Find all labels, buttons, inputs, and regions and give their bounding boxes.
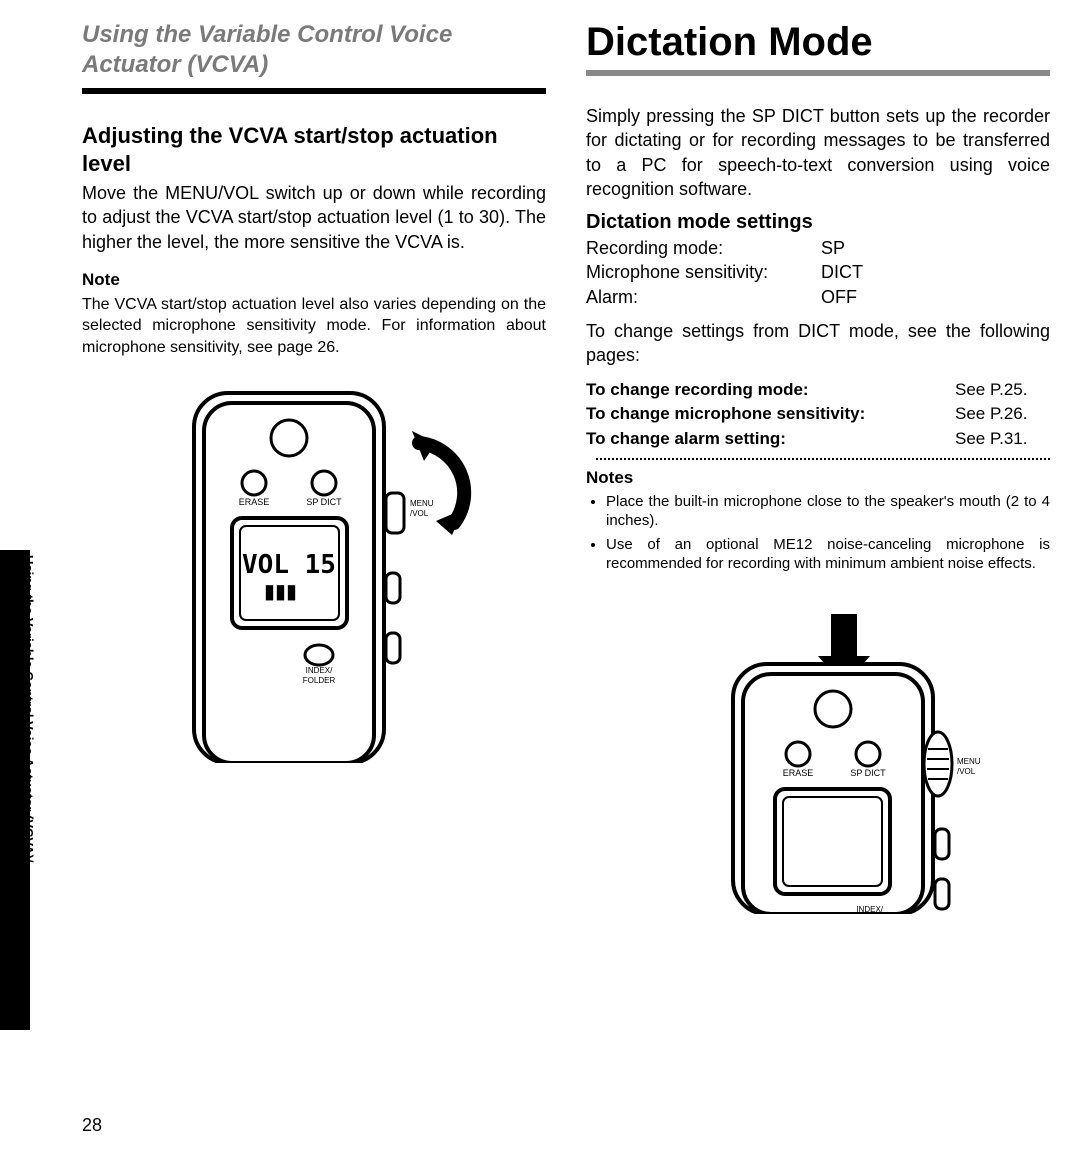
side-tab-text: Using the Variable Control Voice Actuato…: [4, 555, 37, 1025]
note-body: The VCVA start/stop actuation level also…: [82, 294, 546, 359]
right-column: Dictation Mode Simply pressing the SP DI…: [586, 20, 1050, 914]
label-spdict-r: SP DICT: [850, 768, 886, 778]
note-heading: Note: [82, 270, 546, 290]
lcd-bars: ▮▮▮: [264, 581, 297, 603]
intro-dictation: Simply pressing the SP DICT button sets …: [586, 104, 1050, 201]
note-item: Place the built-in microphone close to t…: [606, 492, 1050, 531]
title-dictation: Dictation Mode: [586, 20, 1050, 64]
change-intro: To change settings from DICT mode, see t…: [586, 319, 1050, 368]
label-erase-r: ERASE: [783, 768, 814, 778]
change-row: To change microphone sensitivity: See P.…: [586, 402, 1050, 427]
svg-text:/VOL: /VOL: [410, 509, 429, 518]
settings-heading: Dictation mode settings: [586, 211, 1050, 234]
settings-row: Microphone sensitivity: DICT: [586, 260, 1050, 284]
title-rule-right: [586, 70, 1050, 76]
label-menuvol-r: MENU: [957, 757, 981, 766]
dotted-rule: [596, 458, 1050, 460]
body-adjusting: Move the MENU/VOL switch up or down whil…: [82, 181, 546, 254]
label-erase: ERASE: [239, 497, 270, 507]
section-title: Using the Variable Control Voice Actuato…: [82, 20, 546, 80]
lcd-vol: VOL 15: [242, 550, 336, 580]
note-item: Use of an optional ME12 noise-canceling …: [606, 535, 1050, 574]
page-number: 28: [82, 1115, 102, 1136]
label-index-r: INDEX/: [856, 905, 883, 914]
svg-text:FOLDER: FOLDER: [303, 676, 336, 685]
left-column: Using the Variable Control Voice Actuato…: [30, 20, 546, 914]
label-index: INDEX/: [306, 666, 333, 675]
label-menuvol: MENU: [410, 499, 434, 508]
settings-table: Recording mode: SP Microphone sensitivit…: [586, 236, 1050, 309]
change-row: To change alarm setting: See P.31.: [586, 427, 1050, 452]
title-rule: [82, 88, 546, 94]
device-figure-left: ERASE SP DICT VOL 15 ▮▮▮ INDEX/ FOLDER M…: [82, 383, 546, 763]
settings-row: Recording mode: SP: [586, 236, 1050, 260]
heading-adjusting: Adjusting the VCVA start/stop actuation …: [82, 122, 546, 177]
label-spdict: SP DICT: [306, 497, 342, 507]
notes-list: Place the built-in microphone close to t…: [586, 492, 1050, 574]
notes-heading: Notes: [586, 468, 1050, 488]
device-figure-right: ERASE SP DICT INDEX/ MENU /VOL: [666, 614, 1050, 914]
svg-text:/VOL: /VOL: [957, 767, 976, 776]
settings-row: Alarm: OFF: [586, 285, 1050, 309]
change-row: To change recording mode: See P.25.: [586, 378, 1050, 403]
